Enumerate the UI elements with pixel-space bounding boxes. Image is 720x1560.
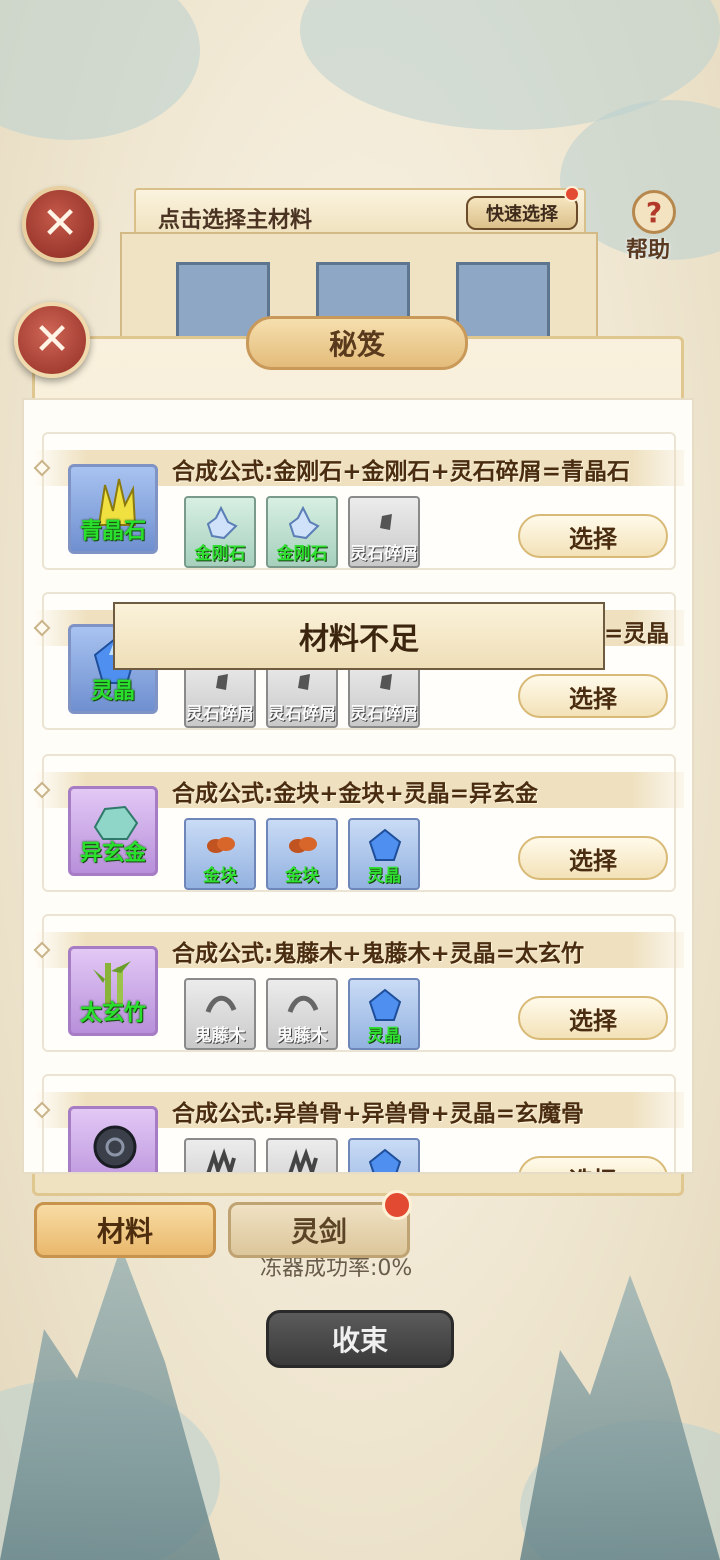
notification-dot-icon [382, 1190, 412, 1220]
stone-shard-icon [298, 674, 310, 690]
vine-wood-icon [205, 995, 237, 1013]
dialog-close-button[interactable]: ✕ [14, 302, 90, 378]
ingredient-name: 灵石碎屑 [186, 704, 254, 724]
blue-gem-icon [368, 828, 402, 861]
tab-materials[interactable]: 材料 [34, 1202, 216, 1258]
ingredient-name: 灵晶 [367, 1026, 401, 1046]
blue-gem-icon [368, 1148, 402, 1172]
ingredient-slot[interactable]: 金刚石 [266, 496, 338, 568]
product-item[interactable] [68, 1106, 158, 1172]
ingredient-slot[interactable]: 鬼藤木 [184, 978, 256, 1050]
ingredient-name: 金刚石 [276, 544, 328, 564]
ingredient-name: 金块 [285, 866, 319, 886]
help-icon: ? [632, 190, 676, 234]
select-button[interactable]: 选择 [518, 996, 668, 1040]
formula-text: 合成公式:金块+金块+灵晶=异玄金 [172, 781, 539, 807]
help-button[interactable]: ? 帮助 [618, 190, 688, 263]
ingredient-slot[interactable] [184, 1138, 256, 1172]
product-item[interactable]: 青晶石 [68, 464, 158, 554]
ingredient-slot[interactable]: 鬼藤木 [266, 978, 338, 1050]
stone-shard-icon [380, 514, 392, 530]
gold-nugget-icon [289, 837, 317, 853]
blue-gem-icon [368, 988, 402, 1021]
main-material-select-bar[interactable]: 点击选择主材料 快速选择 [134, 186, 586, 238]
ingredient-slot[interactable]: 金块 [266, 818, 338, 890]
ingredient-slot[interactable]: 灵石碎屑 [348, 496, 420, 568]
ingredient-name: 灵石碎屑 [268, 704, 336, 724]
vine-wood-icon [287, 995, 319, 1013]
ingredient-slot[interactable] [348, 1138, 420, 1172]
ingredient-slot[interactable]: 金块 [184, 818, 256, 890]
ingredient-name: 鬼藤木 [276, 1026, 328, 1046]
ingredient-name: 鬼藤木 [194, 1026, 246, 1046]
insufficient-materials-toast: 材料不足 [113, 602, 605, 670]
ingredient-name: 灵石碎屑 [350, 704, 418, 724]
diamond-crystal-icon [206, 506, 238, 540]
beast-bone-icon [206, 1148, 236, 1172]
diamond-crystal-icon [288, 506, 320, 540]
dark-bone-icon [93, 1125, 137, 1169]
ingredient-name: 灵晶 [367, 866, 401, 886]
product-name: 太玄竹 [79, 1001, 146, 1026]
collect-button[interactable]: 收束 [266, 1310, 454, 1368]
ingredient-name: 灵石碎屑 [350, 544, 418, 564]
ingredient-slot[interactable] [266, 1138, 338, 1172]
formula-text: 合成公式:异兽骨+异兽骨+灵晶=玄魔骨 [172, 1101, 585, 1127]
dialog-title: 秘笈 [246, 316, 468, 370]
close-icon: ✕ [33, 314, 71, 365]
select-button[interactable]: 选择 [518, 836, 668, 880]
select-button[interactable]: 选择 [518, 1156, 668, 1172]
notification-dot-icon [564, 186, 580, 202]
ingredient-slot[interactable]: 金刚石 [184, 496, 256, 568]
product-name: 青晶石 [79, 519, 146, 544]
ingredient-name: 金块 [203, 866, 237, 886]
product-name: 异玄金 [79, 841, 146, 866]
recipe-item: 合成公式:异兽骨+异兽骨+灵晶=玄魔骨 选择 [33, 1074, 684, 1172]
quick-select-button[interactable]: 快速选择 [466, 196, 578, 230]
material-slot[interactable] [456, 262, 550, 342]
product-item[interactable]: 异玄金 [68, 786, 158, 876]
main-material-prompt: 点击选择主材料 [158, 208, 313, 233]
formula-text-fragment: =灵晶 [604, 621, 670, 647]
formula-text: 合成公式:鬼藤木+鬼藤木+灵晶=太玄竹 [172, 941, 585, 967]
help-label: 帮助 [626, 238, 671, 263]
gold-nugget-icon [207, 837, 235, 853]
product-item[interactable]: 太玄竹 [68, 946, 158, 1036]
formula-text: 合成公式:金刚石+金刚石+灵石碎屑=青晶石 [172, 459, 631, 485]
recipe-item: 合成公式:鬼藤木+鬼藤木+灵晶=太玄竹 太玄竹 鬼藤木 鬼藤木 灵晶 选择 [33, 914, 684, 1052]
beast-bone-icon [288, 1148, 318, 1172]
close-icon: ✕ [41, 198, 79, 249]
recipe-item: 合成公式:金刚石+金刚石+灵石碎屑=青晶石 青晶石 金刚石 金刚石 灵石碎屑 选… [33, 432, 684, 570]
select-button[interactable]: 选择 [518, 514, 668, 558]
ingredient-slot[interactable]: 灵晶 [348, 978, 420, 1050]
background-close-button[interactable]: ✕ [22, 186, 98, 262]
ingredient-slot[interactable]: 灵晶 [348, 818, 420, 890]
select-button[interactable]: 选择 [518, 674, 668, 718]
ingredient-name: 金刚石 [194, 544, 246, 564]
stone-shard-icon [216, 674, 228, 690]
product-name: 灵晶 [90, 679, 135, 704]
recipe-list[interactable]: 合成公式:金刚石+金刚石+灵石碎屑=青晶石 青晶石 金刚石 金刚石 灵石碎屑 选… [22, 398, 694, 1174]
recipe-item: 合成公式:金块+金块+灵晶=异玄金 异玄金 金块 金块 灵晶 选择 [33, 754, 684, 892]
stone-shard-icon [380, 674, 392, 690]
